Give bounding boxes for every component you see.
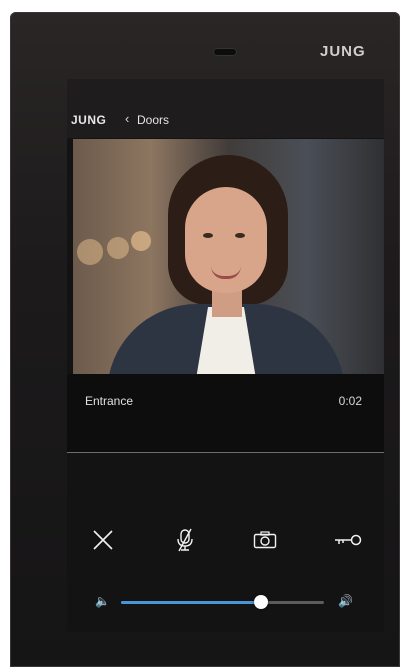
call-location: Entrance [85,394,134,408]
volume-slider-row: 🔈 🔊 [67,591,384,613]
bokeh-light [107,237,129,259]
call-duration: 0:02 [338,394,362,408]
volume-fill [121,601,262,604]
camera-icon[interactable] [252,527,278,553]
top-bar: JUNG ‹ Doors [67,79,384,138]
key-icon[interactable] [333,527,363,553]
close-icon[interactable] [90,527,116,553]
breadcrumb-title[interactable]: Doors [137,113,169,127]
device-brand-logo: JUNG [320,43,366,60]
mic-muted-icon[interactable] [172,527,198,553]
bokeh-light [77,239,103,265]
volume-low-icon: 🔈 [95,594,110,608]
volume-thumb[interactable] [254,595,269,609]
screen: JUNG ‹ Doors Entrance 0:02 🔈 🔊 [67,79,384,632]
front-camera [213,48,237,56]
door-station-device: JUNG JUNG ‹ Doors Entrance 0:02 🔈 🔊 [10,12,400,667]
person-eye [203,233,213,238]
volume-high-icon: 🔊 [338,594,353,608]
bokeh-light [131,231,151,251]
back-chevron-icon[interactable]: ‹ [125,111,129,126]
video-feed [73,139,384,374]
person-eye [235,233,245,238]
call-info-bar [67,374,384,452]
volume-slider[interactable] [121,595,324,609]
app-logo: JUNG [71,113,107,127]
